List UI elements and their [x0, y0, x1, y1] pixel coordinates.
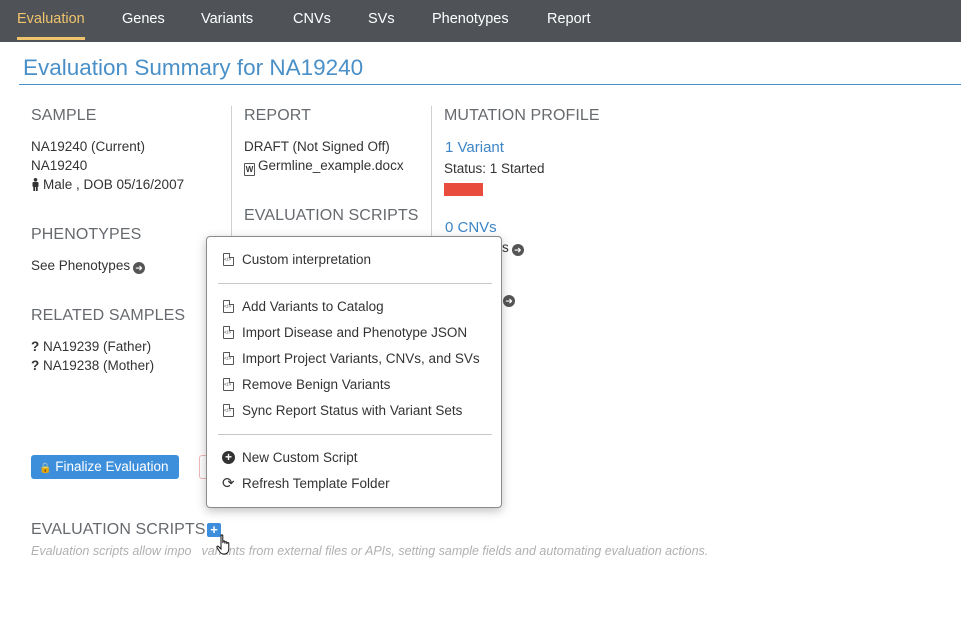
menu-item-label: Import Project Variants, CNVs, and SVs: [242, 351, 480, 366]
finalize-evaluation-label: Finalize Evaluation: [55, 459, 169, 474]
related-sample-label: NA19239 (Father): [43, 339, 152, 354]
cnvs-link[interactable]: 0 CNVs: [445, 219, 497, 236]
male-icon: [32, 178, 39, 191]
arrow-right-circle-icon: ➜: [133, 262, 146, 274]
script-file-icon: [223, 326, 234, 339]
title-divider: [19, 84, 961, 85]
svs-status-partial[interactable]: ➜: [500, 291, 515, 307]
variant-status-bar: [444, 183, 483, 196]
tab-cnvs[interactable]: CNVs: [293, 0, 331, 42]
sample-demographics: Male , DOB 05/16/2007: [31, 177, 184, 192]
menu-item-label: Import Disease and Phenotype JSON: [242, 325, 468, 340]
report-status: DRAFT (Not Signed Off): [244, 139, 390, 154]
report-file-link[interactable]: W Germline_example.docx: [244, 158, 404, 176]
related-samples-heading: RELATED SAMPLES: [31, 307, 186, 324]
arrow-right-circle-icon: ➜: [511, 244, 524, 256]
refresh-icon: ⟳: [222, 475, 235, 492]
lock-icon: 🔒: [39, 463, 52, 474]
see-phenotypes-label: See Phenotypes: [31, 258, 131, 273]
mutation-profile-heading: MUTATION PROFILE: [444, 107, 600, 124]
finalize-evaluation-button[interactable]: 🔒 Finalize Evaluation: [31, 455, 179, 479]
top-nav: Evaluation Genes Variants CNVs SVs Pheno…: [0, 0, 961, 42]
tab-variants[interactable]: Variants: [201, 0, 253, 42]
variants-link[interactable]: 1 Variant: [445, 139, 504, 156]
menu-item-label: Refresh Template Folder: [242, 476, 390, 491]
menu-item-label: Remove Benign Variants: [242, 377, 391, 392]
hand-cursor-icon: [216, 534, 230, 555]
question-icon: ?: [31, 358, 40, 373]
report-file-name: Germline_example.docx: [258, 158, 404, 173]
cnvs-status-partial[interactable]: s ➜: [502, 240, 524, 256]
menu-item-label: Add Variants to Catalog: [242, 299, 384, 314]
page-title: Evaluation Summary for NA19240: [23, 55, 364, 80]
related-sample-label: NA19238 (Mother): [43, 358, 155, 373]
column-divider: [231, 106, 232, 236]
tab-evaluation[interactable]: Evaluation: [17, 0, 85, 42]
related-sample-mother[interactable]: ? NA19238 (Mother): [31, 358, 154, 373]
script-file-icon: [223, 253, 234, 266]
help-text-start: Evaluation scripts allow impo: [31, 544, 192, 558]
help-text-end: variants from external files or APIs, se…: [201, 544, 709, 558]
menu-item-label: Custom interpretation: [242, 252, 372, 267]
arrow-right-circle-icon: ➜: [503, 295, 515, 307]
cnvs-status-partial-text: s: [502, 240, 509, 255]
script-file-icon: [223, 378, 234, 391]
tab-svs[interactable]: SVs: [368, 0, 395, 42]
menu-item-label: Sync Report Status with Variant Sets: [242, 403, 463, 418]
evaluation-scripts-help: Evaluation scripts allow impo variants fr…: [31, 544, 708, 558]
menu-divider: [218, 434, 492, 435]
tab-phenotypes[interactable]: Phenotypes: [432, 0, 509, 42]
sample-heading: SAMPLE: [31, 107, 97, 124]
word-file-icon: W: [244, 163, 255, 176]
plus-circle-icon: +: [222, 451, 235, 464]
sample-name: NA19240: [31, 158, 88, 173]
scripts-dropdown-menu: Custom interpretation Add Variants to Ca…: [206, 236, 502, 508]
related-sample-father[interactable]: ? NA19239 (Father): [31, 339, 151, 354]
question-icon: ?: [31, 339, 40, 354]
sample-demographics-text: Male , DOB 05/16/2007: [43, 177, 185, 192]
script-file-icon: [223, 352, 234, 365]
see-phenotypes-link[interactable]: See Phenotypes ➜: [31, 258, 146, 274]
menu-divider: [218, 283, 492, 284]
phenotypes-heading: PHENOTYPES: [31, 226, 142, 243]
evaluation-scripts-column-heading: EVALUATION SCRIPTS: [244, 207, 419, 224]
sample-current: NA19240 (Current): [31, 139, 146, 154]
column-divider: [431, 106, 432, 236]
tab-genes[interactable]: Genes: [122, 0, 165, 42]
menu-item-label: New Custom Script: [242, 450, 358, 465]
script-file-icon: [223, 404, 234, 417]
evaluation-scripts-heading: EVALUATION SCRIPTS: [31, 521, 206, 538]
tab-report[interactable]: Report: [547, 0, 591, 42]
report-heading: REPORT: [244, 107, 311, 124]
script-file-icon: [223, 300, 234, 313]
variants-status: Status: 1 Started: [444, 161, 545, 176]
